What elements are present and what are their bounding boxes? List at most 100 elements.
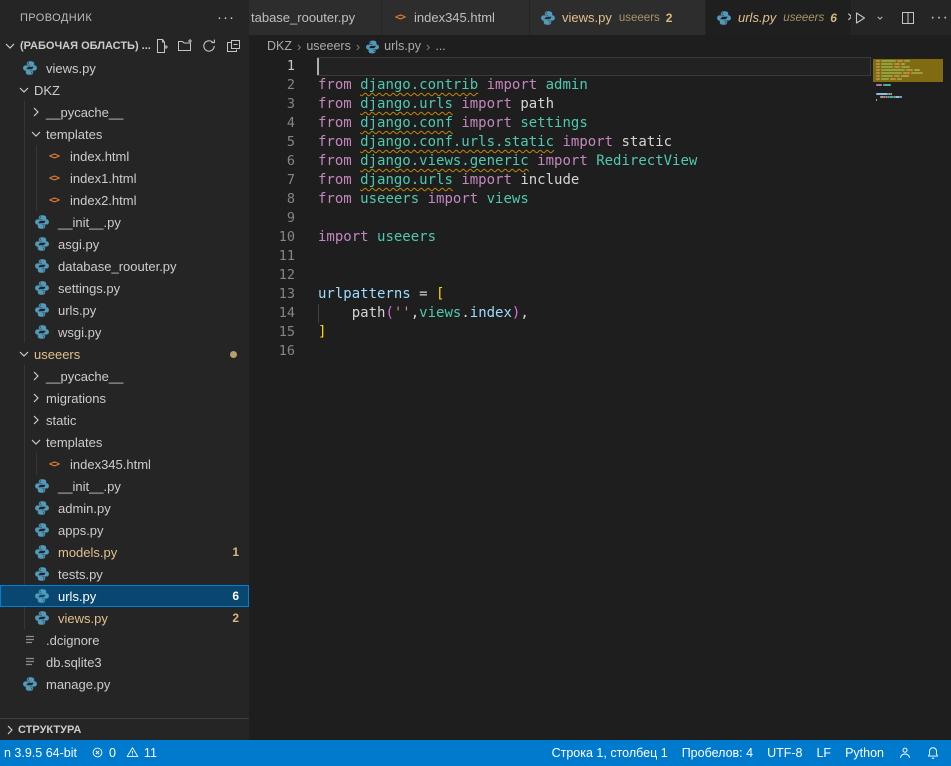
tree-item-index.html[interactable]: <>index.html [0, 145, 249, 167]
tree-item-db.sqlite3[interactable]: db.sqlite3 [0, 651, 249, 673]
tab-tabase_roouter.py[interactable]: tabase_roouter.py [249, 0, 382, 35]
run-dropdown-icon[interactable] [874, 12, 886, 24]
status-problems[interactable]: 011 [84, 740, 164, 766]
outline-section-header[interactable]: СТРУКТУРА [0, 718, 249, 740]
code-line-10[interactable]: 10import useeers [249, 228, 951, 247]
tree-item-asgi.py[interactable]: asgi.py [0, 233, 249, 255]
status-encoding[interactable]: UTF-8 [760, 740, 809, 766]
tree-item-tests.py[interactable]: tests.py [0, 563, 249, 585]
status-feedback[interactable] [891, 740, 919, 766]
tree-item-urls.py[interactable]: urls.py6 [0, 585, 249, 607]
tree-item-index1.html[interactable]: <>index1.html [0, 167, 249, 189]
tree-item-apps.py[interactable]: apps.py [0, 519, 249, 541]
code-line-2[interactable]: 2from django.contrib import admin [249, 76, 951, 95]
file-icon [22, 632, 38, 648]
tree-item-label: __pycache__ [46, 369, 123, 384]
code-line-5[interactable]: 5from django.conf.urls.static import sta… [249, 133, 951, 152]
tree-item-label: admin.py [58, 501, 111, 516]
workspace-section-header[interactable]: (РАБОЧАЯ ОБЛАСТЬ) ... [0, 35, 249, 57]
tree-item-__init__.py[interactable]: __init__.py [0, 475, 249, 497]
tab-bar: tabase_roouter.py<>index345.htmlviews.py… [249, 0, 951, 35]
more-actions-icon[interactable]: ··· [930, 14, 949, 22]
tree-item-__init__.py[interactable]: __init__.py [0, 211, 249, 233]
tree-folder-migrations[interactable]: migrations [0, 387, 249, 409]
outline-label: СТРУКТУРА [18, 724, 81, 736]
status-cursor-position[interactable]: Строка 1, столбец 1 [545, 740, 675, 766]
python-file-icon [22, 60, 38, 76]
refresh-icon[interactable] [201, 38, 217, 54]
code-line-14[interactable]: 14 path('',views.index), [249, 304, 951, 323]
status-indentation[interactable]: Пробелов: 4 [675, 740, 760, 766]
code-line-6[interactable]: 6from django.views.generic import Redire… [249, 152, 951, 171]
tree-item-models.py[interactable]: models.py1 [0, 541, 249, 563]
breadcrumb-item-useeers[interactable]: useeers [306, 39, 350, 53]
tree-folder-useeers[interactable]: useeers [0, 343, 249, 365]
code-text: from django.conf.urls.static import stat… [318, 133, 672, 152]
code-line-7[interactable]: 7from django.urls import include [249, 171, 951, 190]
tree-folder-DKZ[interactable]: DKZ [0, 79, 249, 101]
tree-item-manage.py[interactable]: manage.py [0, 673, 249, 695]
chevron-right-icon [28, 104, 44, 120]
tab-index345.html[interactable]: <>index345.html [382, 0, 530, 35]
status-eol[interactable]: LF [809, 740, 838, 766]
tree-item-index2.html[interactable]: <>index2.html [0, 189, 249, 211]
status-language-mode[interactable]: Python [838, 740, 891, 766]
text-cursor [317, 58, 319, 75]
code-line-16[interactable]: 16 [249, 342, 951, 361]
breadcrumb-item-DKZ[interactable]: DKZ [267, 39, 292, 53]
tree-item-label: wsgi.py [58, 325, 101, 340]
tree-item-label: manage.py [46, 677, 110, 692]
tree-item-views.py[interactable]: views.py [0, 57, 249, 79]
code-line-11[interactable]: 11 [249, 247, 951, 266]
code-lines[interactable]: 12from django.contrib import admin3from … [249, 57, 951, 361]
status-python-version[interactable]: n 3.9.5 64-bit [0, 740, 84, 766]
code-line-12[interactable]: 12 [249, 266, 951, 285]
tree-item-wsgi.py[interactable]: wsgi.py [0, 321, 249, 343]
tree-item-urls.py[interactable]: urls.py [0, 299, 249, 321]
tree-item-views.py[interactable]: views.py2 [0, 607, 249, 629]
code-line-4[interactable]: 4from django.conf import settings [249, 114, 951, 133]
tree-item-label: index345.html [70, 457, 151, 472]
status-bar: n 3.9.5 64-bit011 Строка 1, столбец 1Про… [0, 740, 951, 766]
chevron-right-icon [28, 390, 44, 406]
line-number: 15 [249, 323, 295, 342]
chevron-down-icon [16, 82, 32, 98]
new-file-icon[interactable] [153, 38, 169, 54]
code-line-3[interactable]: 3from django.urls import path [249, 95, 951, 114]
tree-folder-__pycache__[interactable]: __pycache__ [0, 365, 249, 387]
collapse-all-icon[interactable] [225, 38, 241, 54]
line-number: 1 [249, 57, 295, 76]
tree-item-settings.py[interactable]: settings.py [0, 277, 249, 299]
tree-item-index345.html[interactable]: <>index345.html [0, 453, 249, 475]
code-line-1[interactable]: 1 [249, 57, 951, 76]
new-folder-icon[interactable] [177, 38, 193, 54]
code-line-13[interactable]: 13urlpatterns = [ [249, 285, 951, 304]
explorer-header: ПРОВОДНИК ··· [0, 0, 249, 35]
code-editor[interactable]: 12from django.contrib import admin3from … [249, 57, 951, 740]
tree-folder-templates[interactable]: templates [0, 123, 249, 145]
tree-item-database_roouter.py[interactable]: database_roouter.py [0, 255, 249, 277]
tree-folder-static[interactable]: static [0, 409, 249, 431]
tree-item-.dcignore[interactable]: .dcignore [0, 629, 249, 651]
tree-item-label: views.py [46, 61, 96, 76]
code-line-15[interactable]: 15] [249, 323, 951, 342]
tab-views.py[interactable]: views.pyuseeers2 [530, 0, 706, 35]
python-file-icon [365, 39, 380, 54]
code-line-8[interactable]: 8from useeers import views [249, 190, 951, 209]
status-notifications[interactable] [919, 740, 947, 766]
tree-folder-__pycache__[interactable]: __pycache__ [0, 101, 249, 123]
problems-badge: 6 [232, 589, 239, 603]
tab-urls.py[interactable]: urls.pyuseeers6× [706, 0, 852, 35]
split-editor-icon[interactable] [900, 10, 916, 26]
tree-folder-templates[interactable]: templates [0, 431, 249, 453]
explorer-more-actions-icon[interactable]: ··· [217, 13, 235, 23]
line-number: 14 [249, 304, 295, 323]
tree-item-admin.py[interactable]: admin.py [0, 497, 249, 519]
run-button[interactable] [852, 10, 868, 26]
minimap[interactable] [873, 57, 943, 197]
code-line-9[interactable]: 9 [249, 209, 951, 228]
breadcrumb-item-...[interactable]: ... [435, 39, 445, 53]
breadcrumb-item-urls.py[interactable]: urls.py [365, 39, 421, 54]
code-text: urlpatterns = [ [318, 285, 444, 304]
tab-scope: useeers [619, 12, 660, 24]
